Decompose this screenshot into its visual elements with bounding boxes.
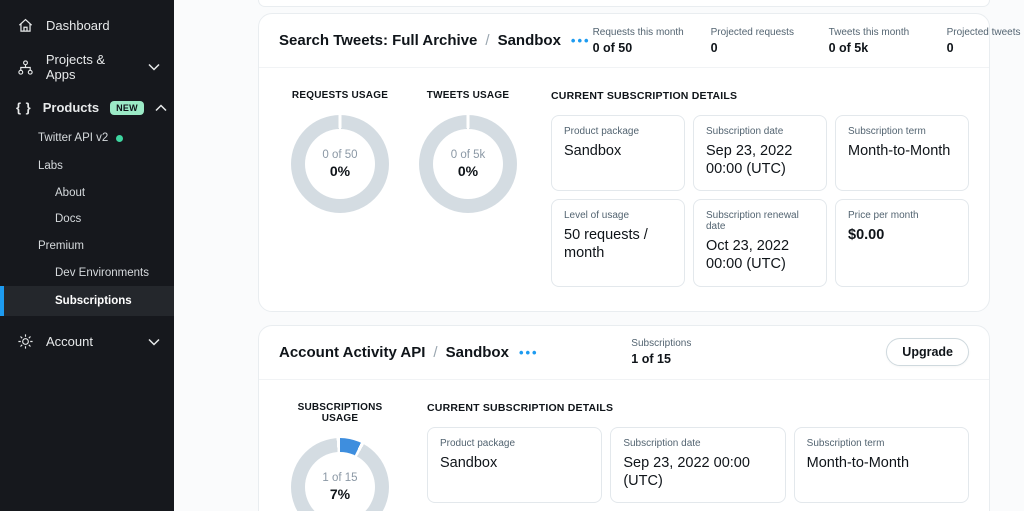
projects-icon xyxy=(16,59,35,76)
stat-projected-requests: Projected requests 0 xyxy=(711,27,803,55)
card-header: Account Activity API / Sandbox ••• Subsc… xyxy=(259,326,989,380)
card-subtitle: Sandbox xyxy=(446,344,509,361)
stat-tweets-this-month: Tweets this month 0 of 5k xyxy=(829,27,921,55)
card-title: Search Tweets: Full Archive / Sandbox ••… xyxy=(279,32,593,49)
card-title-text: Account Activity API xyxy=(279,344,425,361)
chevron-down-icon xyxy=(148,338,160,346)
stat-requests-this-month: Requests this month 0 of 50 xyxy=(593,27,685,55)
sidebar-item-label: About xyxy=(55,187,85,199)
sidebar-item-account[interactable]: Account xyxy=(0,324,174,359)
sidebar-item-docs[interactable]: Docs xyxy=(0,206,174,232)
sidebar-item-label: Twitter API v2 xyxy=(38,132,108,144)
chevron-up-icon xyxy=(155,104,167,112)
sidebar-item-label: Subscriptions xyxy=(55,295,132,307)
more-menu-icon[interactable]: ••• xyxy=(517,345,541,360)
usage-donuts: SUBSCRIPTIONS USAGE 1 of 15 7% xyxy=(279,396,401,511)
sidebar-item-subscriptions[interactable]: Subscriptions xyxy=(0,286,174,316)
details-title: CURRENT SUBSCRIPTION DETAILS xyxy=(427,402,969,414)
sidebar-item-label: Projects & Apps xyxy=(46,52,137,82)
subscription-details: CURRENT SUBSCRIPTION DETAILS Product pac… xyxy=(551,84,969,287)
main-content: Search Tweets: Full Archive / Sandbox ••… xyxy=(174,0,1024,511)
donut-fraction: 0 of 50 xyxy=(322,149,357,161)
donut-percent: 0% xyxy=(330,163,350,179)
braces-icon: { } xyxy=(16,100,32,115)
donut-fraction: 1 of 15 xyxy=(322,472,357,484)
tweets-usage-donut: TWEETS USAGE 0 of 5k 0% xyxy=(407,84,529,287)
header-stats: Requests this month 0 of 50 Projected re… xyxy=(593,27,1021,55)
donut-fraction: 0 of 5k xyxy=(451,149,486,161)
card-title: Account Activity API / Sandbox ••• xyxy=(279,344,541,361)
status-dot-icon xyxy=(116,135,123,142)
stat-projected-tweets: Projected tweets 0 xyxy=(947,27,1021,55)
header-stats: Subscriptions 1 of 15 xyxy=(631,338,701,366)
home-icon xyxy=(16,17,35,34)
donut-percent: 0% xyxy=(458,163,478,179)
more-menu-icon[interactable]: ••• xyxy=(569,33,593,48)
sidebar-item-dashboard[interactable]: Dashboard xyxy=(0,8,174,43)
donut-percent: 7% xyxy=(330,486,350,502)
details-title: CURRENT SUBSCRIPTION DETAILS xyxy=(551,90,969,102)
sidebar-item-premium[interactable]: Premium xyxy=(0,232,174,260)
detail-product-package: Product package Sandbox xyxy=(427,427,602,503)
sidebar-item-about[interactable]: About xyxy=(0,180,174,206)
sidebar-item-label: Labs xyxy=(38,160,63,172)
card-title-text: Search Tweets: Full Archive xyxy=(279,32,477,49)
subscriptions-usage-donut: SUBSCRIPTIONS USAGE 1 of 15 7% xyxy=(279,396,401,511)
sidebar-item-products[interactable]: { } Products NEW xyxy=(0,91,174,124)
detail-subscription-date: Subscription date Sep 23, 2022 00:00 (UT… xyxy=(693,115,827,191)
sidebar-item-label: Dashboard xyxy=(46,18,110,33)
sidebar-item-label: Products xyxy=(43,100,99,115)
card-subtitle: Sandbox xyxy=(498,32,561,49)
card-body: SUBSCRIPTIONS USAGE 1 of 15 7% CURRENT S… xyxy=(259,380,989,511)
detail-renewal-date: Subscription renewal date Oct 23, 2022 0… xyxy=(693,199,827,286)
card-header: Search Tweets: Full Archive / Sandbox ••… xyxy=(259,14,989,68)
account-activity-card: Account Activity API / Sandbox ••• Subsc… xyxy=(258,325,990,511)
title-separator: / xyxy=(485,32,489,49)
previous-card-edge xyxy=(258,0,990,7)
subscription-details: CURRENT SUBSCRIPTION DETAILS Product pac… xyxy=(427,396,969,511)
sidebar-item-twitter-api-v2[interactable]: Twitter API v2 xyxy=(0,124,174,152)
detail-subscription-date: Subscription date Sep 23, 2022 00:00 (UT… xyxy=(610,427,785,503)
card-body: REQUESTS USAGE 0 of 50 0% TWEETS USAGE xyxy=(259,68,989,311)
sidebar: Dashboard Projects & Apps { } Products N… xyxy=(0,0,174,511)
sidebar-item-projects-apps[interactable]: Projects & Apps xyxy=(0,43,174,91)
stat-subscriptions: Subscriptions 1 of 15 xyxy=(631,338,701,366)
detail-subscription-term: Subscription term Month-to-Month xyxy=(794,427,969,503)
title-separator: / xyxy=(433,344,437,361)
detail-level-of-usage: Level of usage 50 requests / month xyxy=(551,199,685,286)
usage-donuts: REQUESTS USAGE 0 of 50 0% TWEETS USAGE xyxy=(279,84,529,287)
sidebar-item-labs[interactable]: Labs xyxy=(0,152,174,180)
upgrade-button[interactable]: Upgrade xyxy=(886,338,969,366)
new-badge: NEW xyxy=(110,101,144,115)
sidebar-item-dev-environments[interactable]: Dev Environments xyxy=(0,260,174,286)
sidebar-item-label: Account xyxy=(46,334,93,349)
sidebar-item-label: Docs xyxy=(55,213,81,225)
detail-product-package: Product package Sandbox xyxy=(551,115,685,191)
gear-icon xyxy=(16,333,35,350)
detail-price-per-month: Price per month $0.00 xyxy=(835,199,969,286)
sidebar-item-label: Dev Environments xyxy=(55,267,149,279)
search-tweets-card: Search Tweets: Full Archive / Sandbox ••… xyxy=(258,13,990,312)
requests-usage-donut: REQUESTS USAGE 0 of 50 0% xyxy=(279,84,401,287)
detail-subscription-term: Subscription term Month-to-Month xyxy=(835,115,969,191)
chevron-down-icon xyxy=(148,63,160,71)
sidebar-item-label: Premium xyxy=(38,240,84,252)
